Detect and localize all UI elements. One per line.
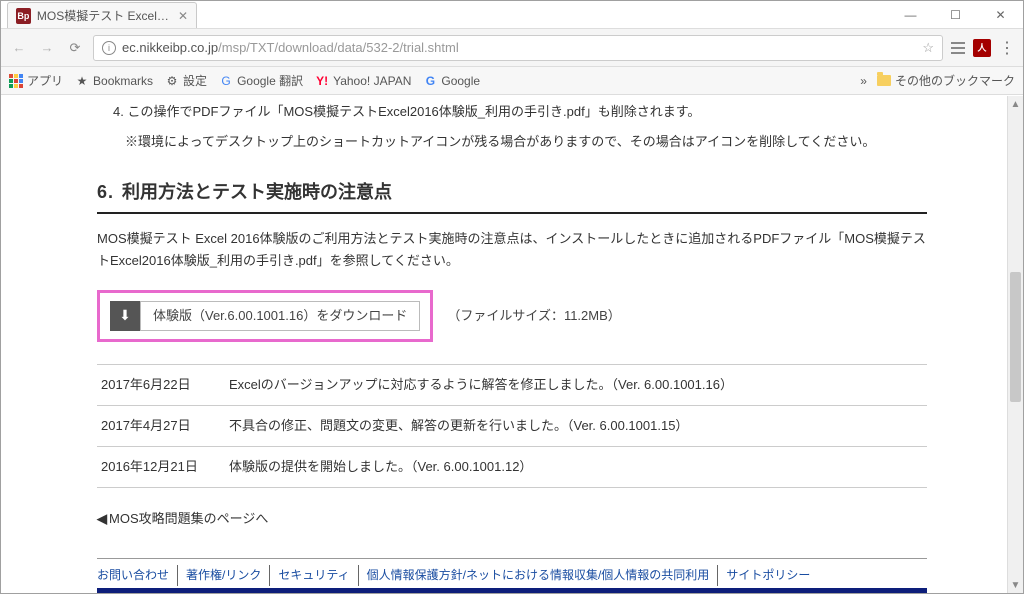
vertical-scrollbar[interactable]: ▲ ▼ [1007,96,1023,593]
numbered-item-4: 4. この操作でPDFファイル「MOS模擬テストExcel2016体験版_利用の… [97,101,927,123]
window-controls: — ☐ ✕ [888,1,1023,28]
folder-icon [877,75,891,86]
history-row: 2017年6月22日 Excelのバージョンアップに対応するように解答を修正しま… [97,365,927,406]
page-content: 4. この操作でPDFファイル「MOS模擬テストExcel2016体験版_利用の… [97,95,927,593]
tab-close-icon[interactable]: ✕ [178,9,188,23]
tab-title: MOS模擬テスト Excel 201 [37,7,170,24]
history-table: 2017年6月22日 Excelのバージョンアップに対応するように解答を修正しま… [97,364,927,488]
history-date: 2017年6月22日 [101,374,201,396]
download-row: ⬇ 体験版（Ver.6.00.1001.16）をダウンロード （ファイルサイズ：… [97,290,927,342]
browser-tab[interactable]: Bp MOS模擬テスト Excel 201 ✕ [7,2,197,28]
bookmark-bookmarks[interactable]: ★ Bookmarks [75,74,153,88]
download-button-highlight: ⬇ 体験版（Ver.6.00.1001.16）をダウンロード [97,290,433,342]
reader-icon[interactable] [951,42,965,54]
bookmark-yahoo[interactable]: Y! Yahoo! JAPAN [315,74,411,88]
gear-icon: ⚙ [165,74,179,88]
scroll-track[interactable] [1008,112,1023,577]
nav-back-button[interactable]: ← [9,38,29,58]
other-bookmarks-label: その他のブックマーク [895,72,1015,89]
tab-favicon: Bp [16,8,31,24]
footer-link[interactable]: サイトポリシー [718,565,818,585]
window-minimize-button[interactable]: — [888,1,933,28]
history-text: 体験版の提供を開始しました。（Ver. 6.00.1001.12） [229,456,532,478]
footer-link[interactable]: 著作権/リンク [178,565,270,585]
download-icon: ⬇ [110,301,140,331]
note-text: ※環境によってデスクトップ上のショートカットアイコンが残る場合がありますので、そ… [125,131,927,153]
history-date: 2017年4月27日 [101,415,201,437]
bookmark-label: 設定 [183,72,207,89]
window-maximize-button[interactable]: ☐ [933,1,978,28]
omnibox[interactable]: i ec.nikkeibp.co.jp/msp/TXT/download/dat… [93,35,943,61]
download-button-label: 体験版（Ver.6.00.1001.16）をダウンロード [140,301,420,331]
bookmarks-bar: アプリ ★ Bookmarks ⚙ 設定 G Google 翻訳 Y! Yahoo! J… [1,67,1023,95]
copyright-bar: 日経BP社 copyright(c) 1996-2017 Nikkei Busi… [97,588,927,593]
history-row: 2017年4月27日 不具合の修正、問題文の変更、解答の更新を行いました。（Ve… [97,406,927,447]
scroll-up-icon[interactable]: ▲ [1008,96,1023,112]
yahoo-icon: Y! [315,74,329,88]
history-date: 2016年12月21日 [101,456,201,478]
window-close-button[interactable]: ✕ [978,1,1023,28]
section-number: 6. [97,182,114,202]
download-filesize: （ファイルサイズ：11.2MB） [447,305,620,327]
copyright-text: copyright(c) 1996-2017 Nikkei Business P… [502,590,919,593]
bookmark-label: Yahoo! JAPAN [333,74,411,88]
site-info-icon[interactable]: i [102,41,116,55]
nav-forward-button[interactable]: → [37,38,57,58]
bookmark-gtranslate[interactable]: G Google 翻訳 [219,72,303,89]
page-viewport[interactable]: 4. この操作でPDFファイル「MOS模擬テストExcel2016体験版_利用の… [1,95,1023,593]
footer-link[interactable]: お問い合わせ [97,565,178,585]
translate-icon: G [219,74,233,88]
footer-link[interactable]: セキュリティ [270,565,358,585]
footer-logo: 日経BP社 [105,590,163,593]
scroll-down-icon[interactable]: ▼ [1008,577,1023,593]
back-link[interactable]: ◀MOS攻略問題集のページへ [97,508,927,530]
chrome-menu-button[interactable]: ⋮ [999,38,1015,58]
bookmark-label: Google 翻訳 [237,72,303,89]
other-bookmarks[interactable]: その他のブックマーク [877,72,1015,89]
bookmark-label: Bookmarks [93,74,153,88]
footer-links: お問い合わせ 著作権/リンク セキュリティ 個人情報保護方針/ネットにおける情報… [97,558,927,587]
tab-strip: Bp MOS模擬テスト Excel 201 ✕ [1,1,197,28]
address-bar: ← → ⟳ i ec.nikkeibp.co.jp/msp/TXT/downlo… [1,29,1023,67]
history-text: 不具合の修正、問題文の変更、解答の更新を行いました。（Ver. 6.00.100… [229,415,688,437]
nav-reload-button[interactable]: ⟳ [65,38,85,58]
star-icon: ★ [75,74,89,88]
download-button[interactable]: ⬇ 体験版（Ver.6.00.1001.16）をダウンロード [110,301,420,331]
arrow-left-icon: ◀ [97,511,107,526]
google-icon: G [423,74,437,88]
pdf-extension-icon[interactable]: 人 [973,39,991,57]
apps-shortcut[interactable]: アプリ [9,72,63,89]
bookmark-settings[interactable]: ⚙ 設定 [165,72,207,89]
back-link-label: MOS攻略問題集のページへ [109,511,268,526]
apps-label: アプリ [27,72,63,89]
browser-window: Bp MOS模擬テスト Excel 201 ✕ — ☐ ✕ ← → ⟳ i ec… [0,0,1024,594]
section-paragraph: MOS模擬テスト Excel 2016体験版のご利用方法とテスト実施時の注意点は… [97,228,927,272]
scroll-thumb[interactable] [1010,272,1021,402]
section-title: 利用方法とテスト実施時の注意点 [122,182,392,202]
bookmarks-overflow[interactable]: » [860,74,867,88]
url-text: ec.nikkeibp.co.jp/msp/TXT/download/data/… [122,40,916,55]
bookmark-google[interactable]: G Google [423,74,480,88]
bookmark-star-icon[interactable]: ☆ [922,40,934,56]
apps-icon [9,74,23,88]
history-text: Excelのバージョンアップに対応するように解答を修正しました。（Ver. 6.… [229,374,733,396]
footer-link[interactable]: 個人情報保護方針/ネットにおける情報収集/個人情報の共同利用 [359,565,719,585]
bookmark-label: Google [441,74,480,88]
history-row: 2016年12月21日 体験版の提供を開始しました。（Ver. 6.00.100… [97,447,927,488]
titlebar: Bp MOS模擬テスト Excel 201 ✕ — ☐ ✕ [1,1,1023,29]
section-heading-6: 6. 利用方法とテスト実施時の注意点 [97,177,927,214]
